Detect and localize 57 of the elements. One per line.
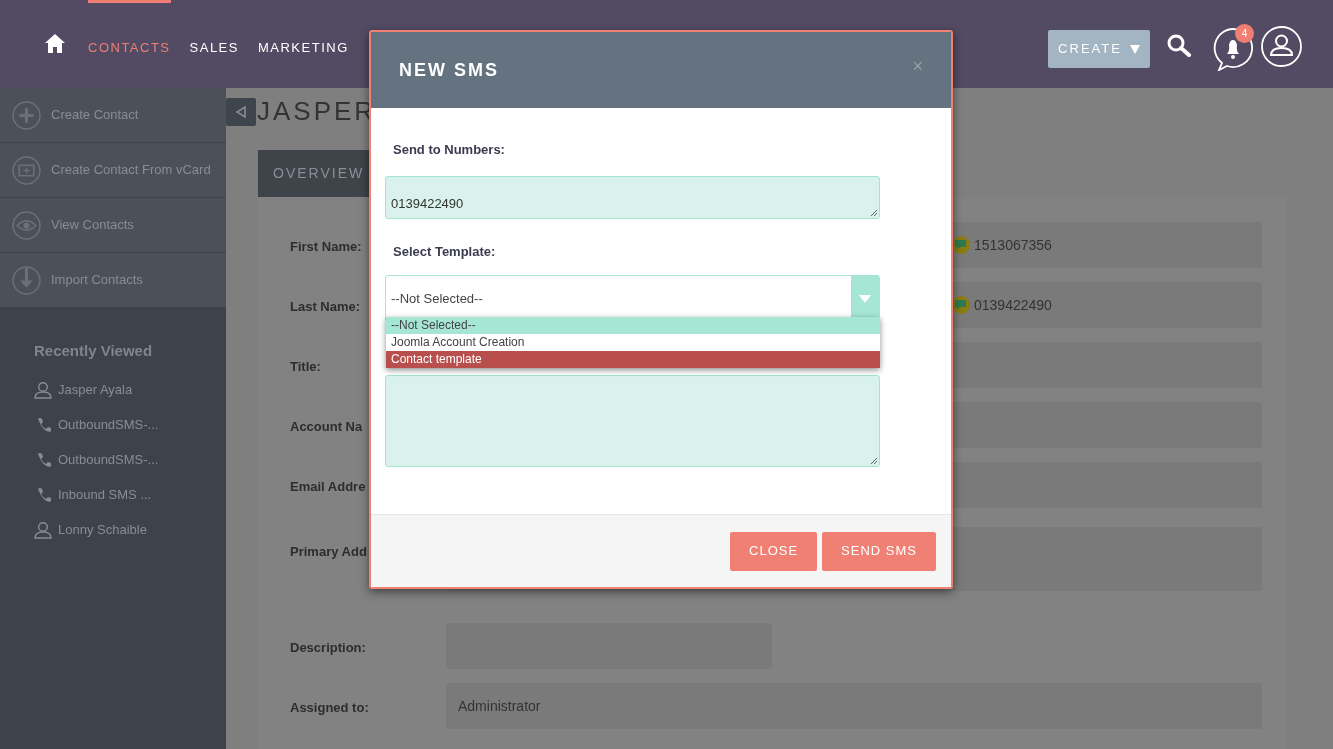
collapse-icon[interactable] [226,98,256,126]
resize-grip-icon[interactable] [870,208,878,217]
create-button[interactable]: CREATE [1048,30,1150,68]
overview-tab[interactable]: OVERVIEW [258,150,370,197]
sidebar-action[interactable]: Create Contact From vCard [0,143,226,198]
download-icon [12,265,41,295]
phone-icon [37,487,51,503]
person-icon [34,381,52,399]
field-label: Last Name: [290,298,361,316]
phone-icon [37,452,51,468]
dropdown-option[interactable]: --Not Selected-- [386,317,880,334]
person-icon [34,521,52,539]
field-label: Title: [290,358,321,376]
field-label: Email Addre [290,478,366,496]
search-icon[interactable] [1167,34,1192,57]
caret-icon [859,294,871,303]
field-label: Send to Numbers: [392,141,506,159]
field-value: 0139422490 [974,295,1052,315]
record-title: JASPER [257,95,377,128]
notification-count: 4 [1235,24,1254,43]
recent-item[interactable]: Jasper Ayala [34,372,226,408]
close-button[interactable]: × [912,57,923,75]
caret-icon [1129,44,1140,54]
sidebar-action[interactable]: Import Contacts [0,253,226,308]
section-heading: Recently Viewed [34,341,154,361]
plus-icon [12,100,41,130]
field-value: Administrator [458,696,541,716]
dropdown-option[interactable]: Joomla Account Creation [386,334,880,351]
nav-tab[interactable]: MARKETING [257,0,349,88]
recent-item[interactable]: OutboundSMS-... [34,442,226,478]
field-value: 1513067356 [974,235,1052,255]
field-label: Assigned to: [290,699,369,717]
recent-item[interactable]: Lonny Schaible [34,512,226,548]
user-icon[interactable] [1261,26,1302,67]
resize-grip-icon[interactable] [870,457,878,465]
field-label: First Name: [290,238,362,256]
dialog-title: NEW SMS [399,58,499,82]
dialog-button[interactable]: SEND SMS [822,531,936,571]
field-label: Description: [290,639,366,657]
card-icon [12,155,41,185]
home-icon[interactable] [45,34,65,53]
bell-icon[interactable] [1213,27,1254,71]
recent-item[interactable]: OutboundSMS-... [34,407,226,443]
phone-icon [37,417,51,433]
nav-tab[interactable]: SALES [189,0,239,88]
field-label: Account Na [290,418,363,436]
dialog-button[interactable]: CLOSE [730,531,818,571]
numbers-field[interactable]: 0139422490 [385,175,880,219]
field-label: Primary Add [290,543,367,561]
sms-icon[interactable] [952,296,970,314]
recent-item[interactable]: Inbound SMS ... [34,477,226,513]
field-label: Select Template: [392,242,497,261]
dropdown-option[interactable]: Contact template [386,351,880,368]
eye-icon [12,210,41,240]
sidebar-action[interactable]: Create Contact [0,88,226,143]
sms-icon[interactable] [952,236,970,254]
sidebar-action[interactable]: View Contacts [0,198,226,253]
